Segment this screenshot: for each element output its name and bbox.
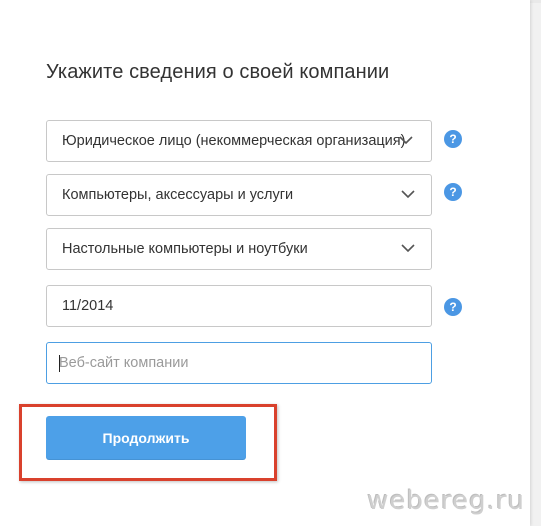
chevron-down-icon	[399, 136, 413, 145]
industry-help-icon[interactable]: ?	[444, 183, 462, 201]
subcategory-value: Настольные компьютеры и ноутбуки	[62, 241, 308, 257]
org-type-value: Юридическое лицо (некоммерческая организ…	[62, 133, 406, 149]
website-field[interactable]	[46, 342, 439, 384]
page-title: Укажите сведения о своей компании	[46, 61, 390, 83]
founded-date-field[interactable]: 11/2014	[46, 285, 432, 327]
industry-select[interactable]: Компьютеры, аксессуары и услуги	[46, 174, 432, 216]
org-type-select[interactable]: Юридическое лицо (некоммерческая организ…	[46, 120, 432, 162]
chevron-down-icon	[401, 190, 415, 199]
date-help-icon[interactable]: ?	[444, 298, 462, 316]
org-type-help-icon[interactable]: ?	[444, 130, 462, 148]
text-caret	[59, 355, 60, 372]
website-input[interactable]	[48, 344, 439, 382]
highlight-annotation	[19, 404, 277, 481]
company-details-form: Укажите сведения о своей компании Юридич…	[0, 0, 530, 526]
industry-value: Компьютеры, аксессуары и услуги	[62, 187, 294, 203]
watermark: webereg.ru	[367, 486, 525, 516]
subcategory-select[interactable]: Настольные компьютеры и ноутбуки	[46, 228, 432, 270]
founded-date-value: 11/2014	[62, 298, 114, 314]
chevron-down-icon	[401, 244, 415, 253]
